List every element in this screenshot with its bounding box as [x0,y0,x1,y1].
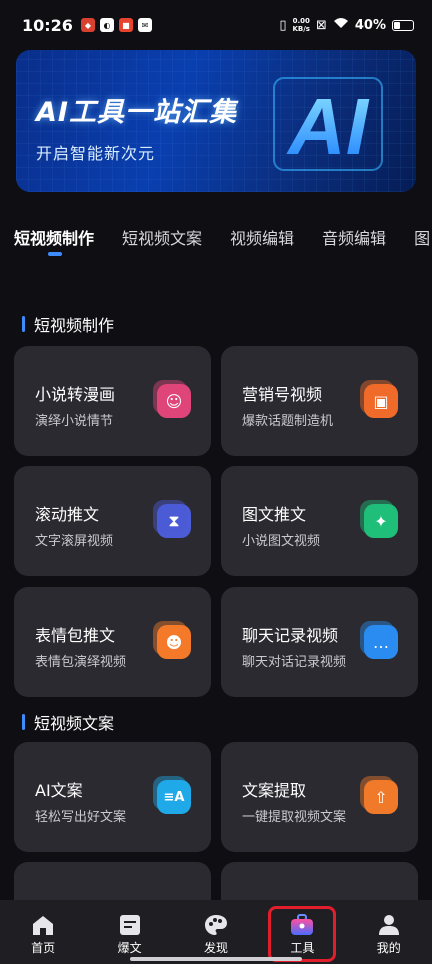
image-sparkle-icon: ✦ [360,500,398,538]
ai-logo-text: AI [286,82,370,171]
app-notification-icon: ■ [118,18,133,32]
banner-title: AI工具一站汇集 [36,97,237,128]
section-label: 短视频制作 [34,316,115,335]
app-notification-icon: ◆ [80,18,95,32]
nav-label: 发现 [203,941,228,955]
card-subtitle: 演绎小说情节 [35,414,114,429]
card-title: 营销号视频 [242,385,323,404]
card-subtitle: 一键提取视频文案 [242,810,347,825]
tab-short-video-copy[interactable]: 短视频文案 [122,222,202,262]
face-icon: ☺ [153,380,191,418]
bottom-nav: 首页 爆文 发现 工具 我的 [0,900,432,964]
nav-label: 首页 [31,941,56,955]
card-subtitle: 文字滚屏视频 [35,534,114,549]
tool-card-marketing-video[interactable]: 营销号视频 爆款话题制造机 ▣ [221,346,418,456]
app-notification-icon: ◐ [99,18,114,32]
tool-card-copy-extract[interactable]: 文案提取 一键提取视频文案 ⇧ [221,742,418,852]
card-subtitle: 小说图文视频 [242,534,321,549]
speed-value: 0.00 [292,17,310,25]
nav-discover[interactable]: 发现 [186,914,246,956]
tool-card-novel-to-comic[interactable]: 小说转漫画 演绎小说情节 ☺ [14,346,211,456]
ai-logo-icon: AI [273,77,383,171]
tool-card-chat-record-video[interactable]: 聊天记录视频 聊天对话记录视频 … [221,587,418,697]
card-title: 滚动推文 [35,505,100,524]
message-icon: ✉ [137,18,152,32]
tab-audio-editing[interactable]: 音频编辑 [322,222,386,262]
user-icon [378,915,399,935]
palette-icon [204,915,227,935]
card-subtitle: 轻松写出好文案 [35,810,127,825]
section-title-short-video-making: 短视频制作 [22,312,114,336]
nav-home[interactable]: 首页 [13,914,73,956]
tab-video-editing[interactable]: 视频编辑 [230,222,294,262]
home-indicator[interactable] [130,957,302,961]
tool-card-ai-copy[interactable]: AI文案 轻松写出好文案 ≡A [14,742,211,852]
nav-label: 爆文 [117,941,142,955]
speed-unit: KB/s [292,25,310,33]
card-title: 小说转漫画 [35,385,116,404]
status-time: 10:26 [22,15,73,35]
section-label: 短视频文案 [34,714,115,733]
nav-hot-posts[interactable]: 爆文 [100,914,160,956]
hourglass-icon: ⧗ [153,500,191,538]
ai-text-icon: ≡A [153,776,191,814]
home-icon [33,916,54,935]
section-accent-bar [22,316,25,332]
tab-more[interactable]: 图 [414,222,430,262]
card-subtitle: 表情包演绎视频 [35,655,127,670]
film-icon: ▣ [360,380,398,418]
sim-icon: ⊠ [315,17,327,33]
toolbox-icon [291,914,314,935]
battery-icon [392,19,414,31]
card-title: AI文案 [35,781,83,800]
nav-label: 我的 [376,941,401,955]
upload-icon: ⇧ [360,776,398,814]
chat-icon: … [360,621,398,659]
network-speed: 0.00 KB/s [292,17,309,33]
tab-short-video-making[interactable]: 短视频制作 [14,222,94,262]
document-icon [119,915,140,935]
battery-percent: 40% [354,17,386,33]
tool-card-image-text-post[interactable]: 图文推文 小说图文视频 ✦ [221,466,418,576]
nav-profile[interactable]: 我的 [359,914,419,956]
nav-tools[interactable]: 工具 [272,914,332,956]
banner-subtitle: 开启智能新次元 [36,144,156,163]
status-bar: 10:26 ◆ ◐ ■ ✉ ▯ 0.00 KB/s ⊠ 40% [0,0,432,50]
tool-card-scroll-post[interactable]: 滚动推文 文字滚屏视频 ⧗ [14,466,211,576]
vibrate-icon: ▯ [279,17,287,33]
section-title-short-video-copy: 短视频文案 [22,710,114,734]
wifi-icon [333,17,349,33]
card-title: 聊天记录视频 [242,626,339,645]
card-title: 图文推文 [242,505,307,524]
smiley-icon: ☻ [153,621,191,659]
nav-label: 工具 [290,941,315,955]
section-accent-bar [22,714,25,730]
category-tabs: 短视频制作 短视频文案 视频编辑 音频编辑 图 [14,222,432,262]
card-subtitle: 爆款话题制造机 [242,414,334,429]
card-title: 表情包推文 [35,626,116,645]
notification-icons: ◆ ◐ ■ ✉ [80,18,152,32]
promo-banner[interactable]: AI工具一站汇集 开启智能新次元 AI [16,50,416,192]
card-title: 文案提取 [242,781,307,800]
tool-card-meme-post[interactable]: 表情包推文 表情包演绎视频 ☻ [14,587,211,697]
card-subtitle: 聊天对话记录视频 [242,655,347,670]
